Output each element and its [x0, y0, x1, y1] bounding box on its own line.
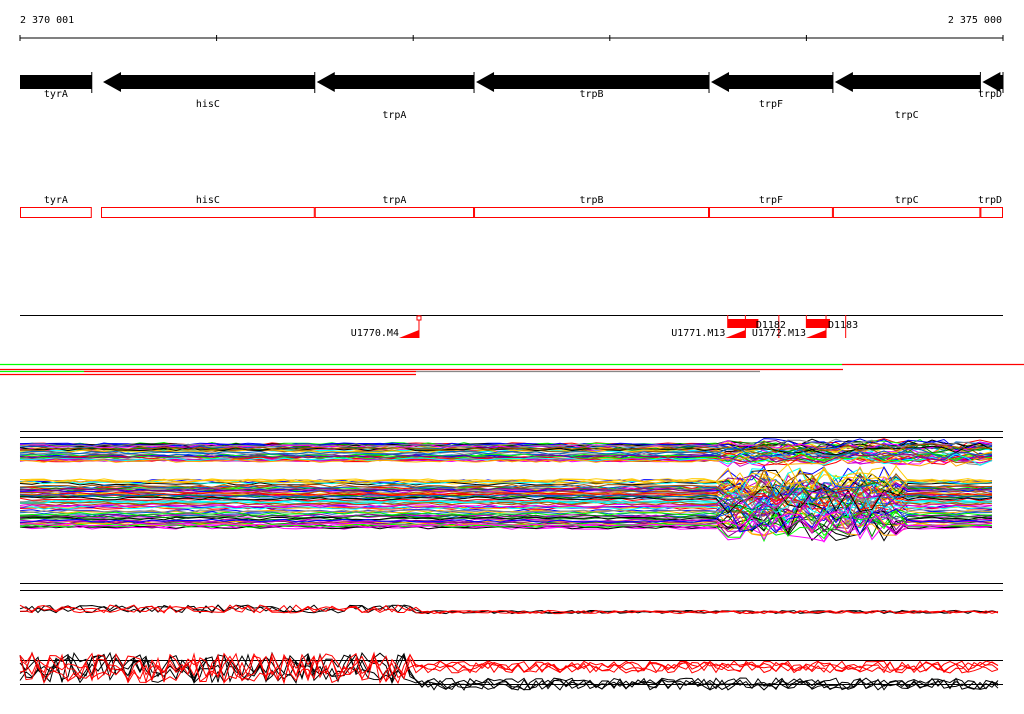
feature-label: U1771.M13	[671, 328, 725, 339]
gene-hisC[interactable]: hisC	[103, 72, 316, 110]
feature-U1770.M4[interactable]: U1770.M4	[351, 315, 422, 339]
feature-label: U1772.M13	[752, 328, 806, 339]
coverage-lines	[0, 363, 1024, 376]
feature-label: U1770.M4	[351, 328, 399, 339]
gene-box-hisC[interactable]: hisC	[101, 195, 315, 218]
gene-label: trpD	[978, 89, 1002, 100]
gene-tyrA[interactable]: tyrA	[20, 72, 93, 100]
gene-box-label: tyrA	[44, 195, 68, 206]
gene-box-trpF[interactable]: trpF	[709, 195, 833, 218]
ruler-start-label: 2 370 001	[20, 15, 74, 26]
genome-browser-canvas: 2 370 001 2 375 000 tyrA hisC trpA trpB trpF…	[0, 15, 1024, 691]
gene-box-track[interactable]: tyrA hisC trpA trpB trpF trpC trpD	[20, 195, 1003, 218]
gene-arrow-track[interactable]: tyrA hisC trpA trpB trpF trpC trpD	[20, 72, 1004, 121]
gene-box-label: trpA	[382, 195, 406, 206]
gene-box-label: trpD	[978, 195, 1002, 206]
gene-label: trpA	[382, 110, 406, 121]
gene-box-tyrA[interactable]: tyrA	[20, 195, 92, 218]
gene-box-trpB[interactable]: trpB	[474, 195, 710, 218]
deletion-D1183[interactable]: D1183	[805, 315, 858, 338]
gene-box-label: trpF	[759, 195, 783, 206]
gene-box-label: trpC	[895, 195, 919, 206]
alignment-profile-plot	[19, 431, 1003, 543]
deletion-label: D1183	[828, 320, 858, 331]
score-profile-plot	[19, 583, 1003, 691]
gene-box-trpC[interactable]: trpC	[832, 195, 981, 218]
gene-trpB[interactable]: trpB	[476, 72, 710, 100]
gene-box-label: trpB	[579, 195, 603, 206]
gene-trpF[interactable]: trpF	[711, 72, 834, 110]
gene-label: trpB	[579, 89, 603, 100]
gene-label: trpF	[759, 99, 783, 110]
gene-box-trpA[interactable]: trpA	[314, 195, 475, 218]
coordinate-ruler	[19, 35, 1004, 41]
ruler-end-label: 2 375 000	[948, 15, 1002, 26]
gene-label: hisC	[196, 99, 220, 110]
gene-trpD[interactable]: trpD	[978, 72, 1004, 100]
gene-label: trpC	[895, 110, 919, 121]
gene-label: tyrA	[44, 89, 68, 100]
mutation-feature-track[interactable]: D1182 D1183U1770.M4 U1771.M13 U1772.M13	[20, 315, 1003, 339]
gene-trpA[interactable]: trpA	[316, 72, 475, 121]
gene-trpC[interactable]: trpC	[834, 72, 981, 121]
gene-box-label: hisC	[196, 195, 220, 206]
gene-box-trpD[interactable]: trpD	[978, 195, 1003, 218]
